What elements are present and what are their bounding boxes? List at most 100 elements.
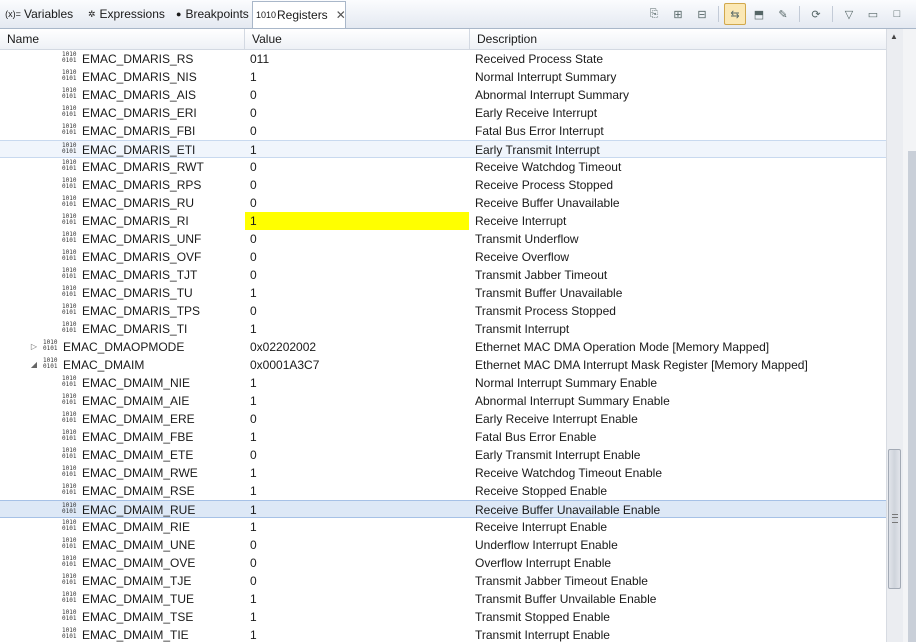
register-value[interactable]: 0 <box>245 302 469 320</box>
register-value[interactable]: 1 <box>245 141 469 159</box>
tab-expressions[interactable]: ✲ Expressions <box>82 2 170 26</box>
register-row[interactable]: 1010 0101 EMAC_DMARIS_TPS 0 Transmit Process… <box>0 302 886 320</box>
register-row[interactable]: 1010 0101 EMAC_DMAIM_AIE 1 Abnormal Interrup… <box>0 392 886 410</box>
register-value[interactable]: 0 <box>245 410 469 428</box>
scroll-up-icon[interactable]: ▲ <box>890 32 898 41</box>
register-value[interactable]: 1 <box>245 392 469 410</box>
register-value[interactable]: 1 <box>245 212 469 230</box>
register-row[interactable]: 1010 0101 EMAC_DMARIS_TJT 0 Transmit Jabber … <box>0 266 886 284</box>
register-row[interactable]: 1010 0101 EMAC_DMARIS_RPS 0 Receive Process … <box>0 176 886 194</box>
maximize-icon[interactable]: □ <box>886 3 908 25</box>
tab-breakpoints[interactable]: ● Breakpoints <box>170 2 252 26</box>
window-edge-strip <box>908 151 916 642</box>
register-value[interactable]: 0 <box>245 194 469 212</box>
register-value[interactable]: 0 <box>245 554 469 572</box>
register-value[interactable]: 0x0001A3C7 <box>245 356 469 374</box>
register-row[interactable]: ◢ 1010 0101 EMAC_DMAIM 0x0001A3C7 Ethernet MA… <box>0 356 886 374</box>
register-row[interactable]: 1010 0101 EMAC_DMARIS_TU 1 Transmit Buffer U… <box>0 284 886 302</box>
register-row[interactable]: 1010 0101 EMAC_DMARIS_TI 1 Transmit Interrup… <box>0 320 886 338</box>
register-row[interactable]: 1010 0101 EMAC_DMAIM_RWE 1 Receive Watchdog … <box>0 464 886 482</box>
column-header-value[interactable]: Value <box>245 29 470 49</box>
vertical-scrollbar[interactable]: ▲ <box>886 29 903 642</box>
column-header-description[interactable]: Description <box>470 29 886 49</box>
toolbar-expand-all-icon[interactable]: ⊞ <box>667 3 689 25</box>
expand-arrow-icon[interactable]: ▷ <box>29 338 39 356</box>
register-value[interactable]: 1 <box>245 626 469 642</box>
register-row[interactable]: 1010 0101 EMAC_DMAIM_NIE 1 Normal Interrupt … <box>0 374 886 392</box>
register-value[interactable]: 1 <box>245 428 469 446</box>
register-value[interactable]: 0 <box>245 122 469 140</box>
register-row[interactable]: 1010 0101 EMAC_DMARIS_AIS 0 Abnormal Interru… <box>0 86 886 104</box>
register-row[interactable]: 1010 0101 EMAC_DMARIS_RU 0 Receive Buffer Un… <box>0 194 886 212</box>
toolbar-refresh-icon[interactable]: ⟳ <box>805 3 827 25</box>
register-value[interactable]: 0x02202002 <box>245 338 469 356</box>
register-name-cell: 1010 0101 EMAC_DMARIS_ERI <box>0 104 244 122</box>
register-value[interactable]: 1 <box>245 284 469 302</box>
register-row[interactable]: 1010 0101 EMAC_DMAIM_RIE 1 Receive Interrupt… <box>0 518 886 536</box>
register-value[interactable]: 1 <box>245 374 469 392</box>
register-value[interactable]: 0 <box>245 158 469 176</box>
register-value[interactable]: 0 <box>245 446 469 464</box>
register-row[interactable]: 1010 0101 EMAC_DMARIS_RI 1 Receive Interrupt <box>0 212 886 230</box>
register-value[interactable]: 1 <box>245 464 469 482</box>
toolbar-edit-group-icon[interactable]: ✎ <box>772 3 794 25</box>
bitfield-icon: 1010 0101 <box>62 231 77 244</box>
column-header-name[interactable]: Name <box>0 29 245 49</box>
register-row[interactable]: 1010 0101 EMAC_DMAIM_TIE 1 Transmit Interrup… <box>0 626 886 642</box>
tab-variables[interactable]: (x)= Variables <box>0 2 82 26</box>
register-row[interactable]: 1010 0101 EMAC_DMAIM_RSE 1 Receive Stopped E… <box>0 482 886 500</box>
register-value[interactable]: 0 <box>245 572 469 590</box>
register-value[interactable]: 1 <box>245 482 469 500</box>
register-description: Underflow Interrupt Enable <box>475 538 618 552</box>
register-value[interactable]: 1 <box>245 608 469 626</box>
register-value[interactable]: 0 <box>245 230 469 248</box>
register-name: EMAC_DMAIM_RUE <box>82 503 196 517</box>
register-value[interactable]: 0 <box>245 248 469 266</box>
register-value[interactable]: 0 <box>245 86 469 104</box>
collapse-arrow-icon[interactable]: ◢ <box>29 356 39 374</box>
register-name-cell: 1010 0101 EMAC_DMARIS_TU <box>0 284 244 302</box>
tab-label: Expressions <box>99 7 165 21</box>
register-name: EMAC_DMARIS_ERI <box>82 106 197 120</box>
register-row[interactable]: 1010 0101 EMAC_DMARIS_NIS 1 Normal Interrupt… <box>0 68 886 86</box>
register-row[interactable]: 1010 0101 EMAC_DMAIM_ETE 0 Early Transmit In… <box>0 446 886 464</box>
register-icon: 1010 0101 <box>43 339 58 352</box>
register-row[interactable]: 1010 0101 EMAC_DMAIM_UNE 0 Underflow Interru… <box>0 536 886 554</box>
toolbar-collapse-all-icon[interactable]: ⊟ <box>691 3 713 25</box>
close-tab-icon[interactable]: ✕ <box>336 8 346 22</box>
register-value[interactable]: 0 <box>245 266 469 284</box>
register-row[interactable]: 1010 0101 EMAC_DMAIM_TUE 1 Transmit Buffer U… <box>0 590 886 608</box>
register-row[interactable]: ▷ 1010 0101 EMAC_DMAOPMODE 0x02202002 Etherne… <box>0 338 886 356</box>
tab-label: Registers <box>277 8 328 22</box>
register-value[interactable]: 011 <box>245 50 469 68</box>
register-value[interactable]: 1 <box>245 518 469 536</box>
register-name-cell: 1010 0101 EMAC_DMARIS_TPS <box>0 302 244 320</box>
register-row[interactable]: 1010 0101 EMAC_DMARIS_ERI 0 Early Receive In… <box>0 104 886 122</box>
register-row[interactable]: 1010 0101 EMAC_DMAIM_ERE 0 Early Receive Int… <box>0 410 886 428</box>
register-row[interactable]: 1010 0101 EMAC_DMAIM_FBE 1 Fatal Bus Error E… <box>0 428 886 446</box>
toolbar-link-icon[interactable]: ⇆ <box>724 3 746 25</box>
toolbar-new-group-icon[interactable]: ⬒ <box>748 3 770 25</box>
register-row[interactable]: 1010 0101 EMAC_DMARIS_RS 011 Received Proces… <box>0 50 886 68</box>
toolbar-import-icon[interactable]: ⎘ <box>643 3 665 25</box>
register-value[interactable]: 1 <box>245 590 469 608</box>
register-value[interactable]: 0 <box>245 104 469 122</box>
minimize-icon[interactable]: ▭ <box>862 3 884 25</box>
view-menu-icon[interactable]: ▽ <box>838 3 860 25</box>
register-row[interactable]: 1010 0101 EMAC_DMARIS_FBI 0 Fatal Bus Error … <box>0 122 886 140</box>
scrollbar-thumb[interactable] <box>888 449 901 589</box>
register-value[interactable]: 0 <box>245 536 469 554</box>
register-value[interactable]: 1 <box>245 68 469 86</box>
register-row[interactable]: 1010 0101 EMAC_DMARIS_ETI 1 Early Transmit I… <box>0 140 886 158</box>
register-row[interactable]: 1010 0101 EMAC_DMARIS_OVF 0 Receive Overflow <box>0 248 886 266</box>
register-value[interactable]: 0 <box>245 176 469 194</box>
register-row[interactable]: 1010 0101 EMAC_DMAIM_OVE 0 Overflow Interrup… <box>0 554 886 572</box>
register-value[interactable]: 1 <box>245 320 469 338</box>
register-row[interactable]: 1010 0101 EMAC_DMARIS_UNF 0 Transmit Underfl… <box>0 230 886 248</box>
register-value[interactable]: 1 <box>245 501 469 519</box>
register-row[interactable]: 1010 0101 EMAC_DMARIS_RWT 0 Receive Watchdog… <box>0 158 886 176</box>
register-row[interactable]: 1010 0101 EMAC_DMAIM_RUE 1 Receive Buffer Un… <box>0 500 886 518</box>
register-row[interactable]: 1010 0101 EMAC_DMAIM_TJE 0 Transmit Jabber T… <box>0 572 886 590</box>
register-row[interactable]: 1010 0101 EMAC_DMAIM_TSE 1 Transmit Stopped … <box>0 608 886 626</box>
tab-registers[interactable]: 1010 Registers ✕ <box>252 1 346 28</box>
